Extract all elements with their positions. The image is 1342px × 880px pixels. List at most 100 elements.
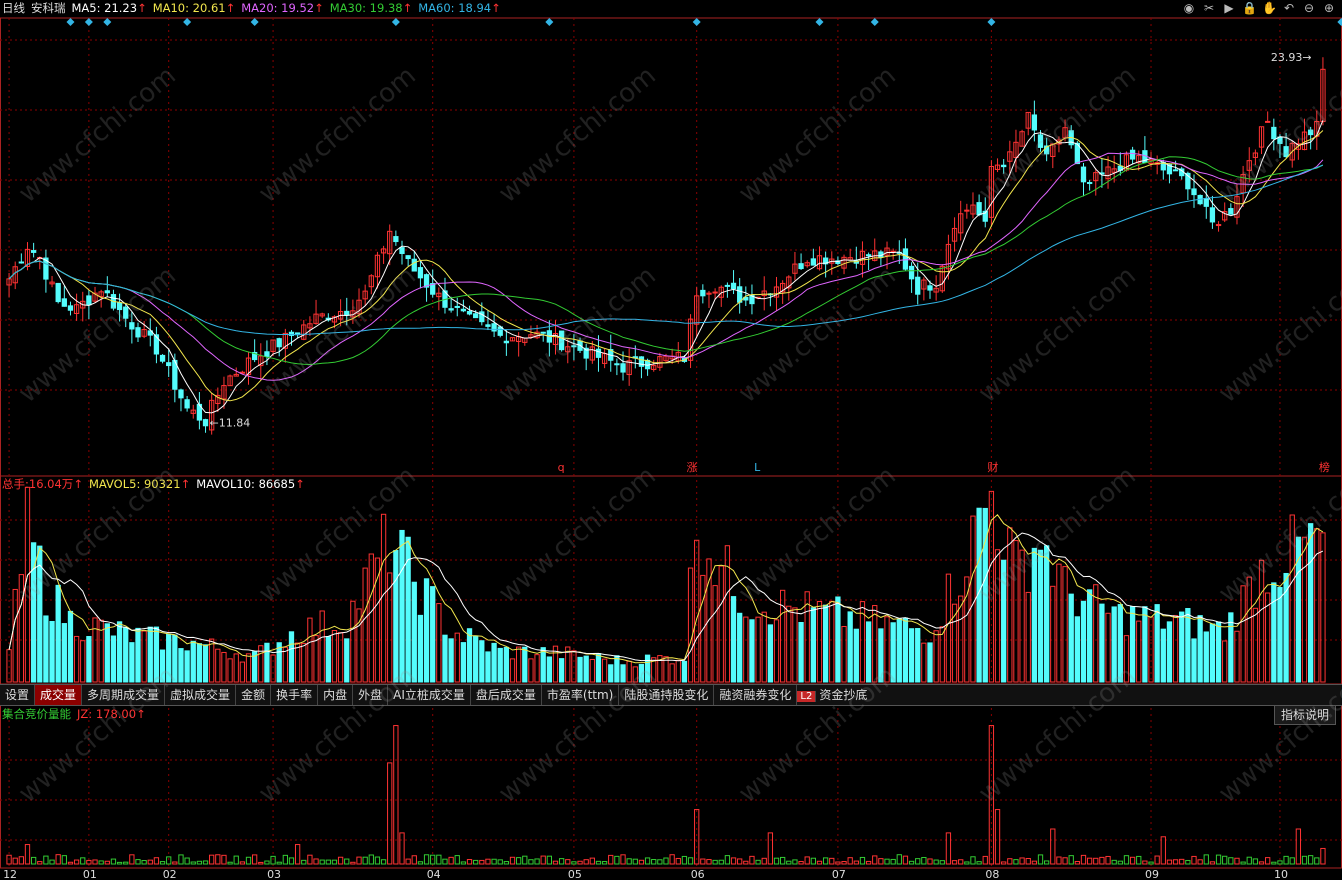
candle-body <box>1086 182 1093 185</box>
jz-bar <box>724 855 731 865</box>
volume-bar <box>159 649 166 683</box>
tab-11[interactable]: 陆股通持股变化 <box>619 685 715 705</box>
volume-bar <box>1086 589 1093 683</box>
jz-bar <box>159 861 166 865</box>
event-diamond-icon <box>183 18 192 26</box>
candle-body <box>485 324 491 327</box>
jz-bar <box>374 856 381 865</box>
jz-bar <box>37 861 43 865</box>
tab-0[interactable]: 设置 <box>0 685 36 705</box>
candle-body <box>571 345 577 348</box>
lock-icon[interactable]: 🔒 <box>1242 0 1257 16</box>
volume-bar <box>288 631 295 683</box>
tab-9[interactable]: 盘后成交量 <box>471 685 542 705</box>
volume-bar <box>1185 608 1191 683</box>
jz-bar <box>865 860 872 865</box>
jz-bar <box>270 855 276 865</box>
hand-icon[interactable]: ✋ <box>1262 0 1277 16</box>
tab-10[interactable]: 市盈率(ttm) <box>542 685 620 705</box>
volume-bar <box>927 642 933 683</box>
volume-bar <box>18 574 24 683</box>
volume-bar <box>264 642 270 683</box>
tab-5[interactable]: 换手率 <box>271 685 319 705</box>
jz-bar <box>319 859 325 865</box>
event-diamond-icon <box>84 18 93 26</box>
tab-8[interactable]: AI立桩成交量 <box>388 685 471 705</box>
tab-1[interactable]: 成交量 <box>35 685 83 705</box>
jz-bar <box>18 856 24 865</box>
chart-canvas: 23.93→ ←11.84 q 涨 L 财 榜 12 01 02 03 04 05 06 07 08 09 10 <box>0 17 1342 880</box>
ma-item-2: MA20: 19.52↑ <box>241 0 324 16</box>
volume-bar <box>1044 545 1050 683</box>
volume-bar <box>644 654 651 683</box>
jz-bar <box>859 856 866 865</box>
event-diamond-icon <box>103 18 112 26</box>
jz-bar <box>1277 860 1283 865</box>
candle-body <box>104 290 110 294</box>
volume-bar <box>1203 631 1209 683</box>
jz-bar <box>1172 859 1179 865</box>
volume-bar <box>399 529 405 683</box>
tab-3[interactable]: 虚拟成交量 <box>165 685 237 705</box>
volume-bar <box>1179 611 1185 683</box>
mavol10-arrow: ↑ <box>295 477 305 491</box>
play-icon[interactable]: ▶ <box>1222 0 1236 16</box>
tab-6[interactable]: 内盘 <box>318 685 354 705</box>
tab-4[interactable]: 金额 <box>236 685 272 705</box>
candle-body <box>964 209 970 212</box>
ma-item-1: MA10: 20.61↑ <box>153 0 236 16</box>
tab-12[interactable]: 融资融券变化 <box>714 685 798 705</box>
ma-values: MA5: 21.23↑ MA10: 20.61↑ MA20: 19.52↑ MA30:… <box>72 0 501 16</box>
volume-bar <box>319 610 325 683</box>
volume-bar <box>49 621 55 683</box>
jz-bar <box>497 859 503 865</box>
volume-bar <box>448 638 454 683</box>
jz-bar <box>626 858 632 865</box>
zoom-out-icon[interactable]: ⊖ <box>1302 0 1316 16</box>
candle-body <box>123 306 129 319</box>
jz-bar <box>577 860 583 865</box>
jz-bar <box>964 861 970 865</box>
volume-bar <box>12 588 18 683</box>
volume-bar <box>878 628 884 683</box>
volume-bar <box>890 622 896 683</box>
volume-bar <box>614 655 620 683</box>
volume-bar <box>209 638 215 683</box>
volume-bar <box>1246 576 1252 683</box>
undo-icon[interactable]: ↶ <box>1282 0 1296 16</box>
tab-7[interactable]: 外盘 <box>353 685 389 705</box>
jz-bar <box>638 859 645 865</box>
volume-bar <box>1074 616 1080 683</box>
eye-icon[interactable]: ◉ <box>1182 0 1196 16</box>
period-label[interactable]: 日线 <box>2 0 25 16</box>
jz-bar <box>921 856 927 865</box>
ma-item-4: MA60: 18.94↑ <box>418 0 501 16</box>
jz-bar <box>55 854 61 865</box>
volume-bar <box>123 626 129 683</box>
volume-bar <box>718 565 724 683</box>
candle-body <box>55 282 61 303</box>
volume-bar <box>786 605 792 683</box>
volume-bar <box>1277 587 1283 683</box>
jz-bar <box>1056 856 1062 865</box>
tab-13[interactable]: L2 资金抄底 <box>797 685 872 705</box>
tab-2[interactable]: 多周期成交量 <box>82 685 166 705</box>
candle-body <box>1031 114 1038 131</box>
jz-bar <box>1129 856 1136 865</box>
stock-name[interactable]: 安科瑞 <box>31 0 66 16</box>
volume-bar <box>73 635 80 683</box>
jz-bar <box>644 857 651 865</box>
jz-bar <box>1258 861 1265 865</box>
jz-bar <box>1215 854 1222 865</box>
scissors-icon[interactable]: ✂ <box>1202 0 1216 16</box>
volume-bar <box>509 658 516 683</box>
jz-bar <box>313 858 319 865</box>
zoom-in-icon[interactable]: ⊕ <box>1322 0 1336 16</box>
jz-value: 178.00 <box>95 707 137 721</box>
volume-bar <box>810 607 816 683</box>
indicator-help-button[interactable]: 指标说明 <box>1273 705 1336 725</box>
volume-bar <box>1136 620 1142 683</box>
jz-bar <box>908 860 915 865</box>
jz-bar <box>1086 857 1093 865</box>
jz-bar <box>43 855 49 865</box>
